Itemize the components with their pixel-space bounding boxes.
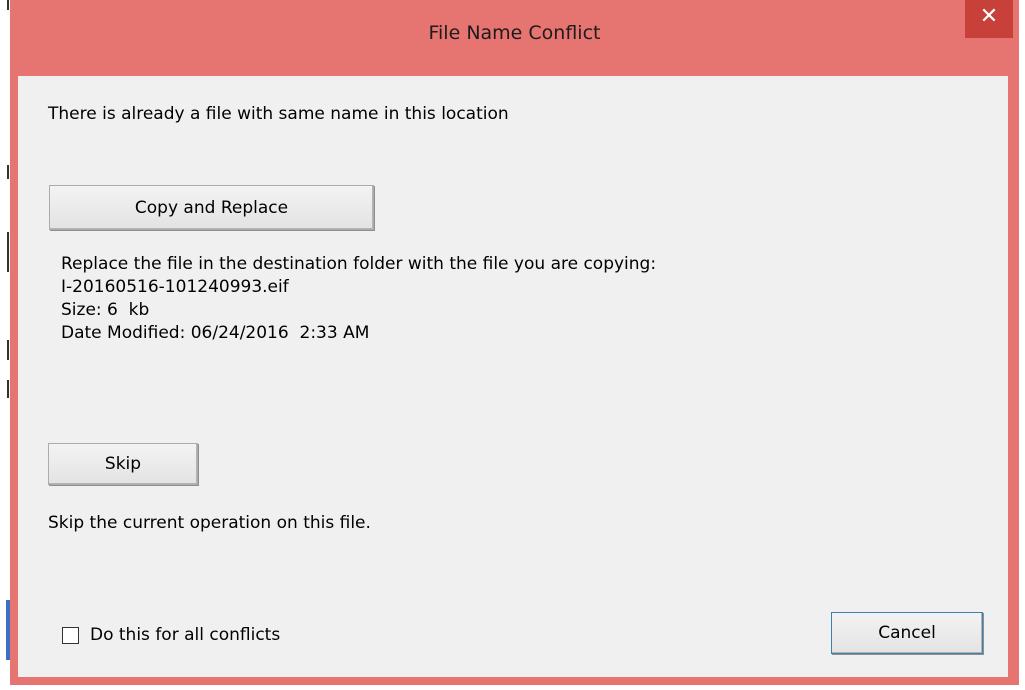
title-bar[interactable]: File Name Conflict ✕ [10,0,1019,76]
replace-description: Replace the file in the destination fold… [61,254,657,274]
edge-mark [7,165,9,179]
file-date-modified: Date Modified: 06/24/2016 2:33 AM [61,323,370,343]
close-icon: ✕ [979,4,999,29]
edge-mark [7,0,9,10]
edge-mark [7,380,9,398]
close-button[interactable]: ✕ [965,0,1013,38]
file-name: I-20160516-101240993.eif [61,277,289,297]
edge-mark [7,340,9,360]
bottom-margin [10,685,1025,690]
conflict-message: There is already a file with same name i… [48,104,509,124]
all-conflicts-checkbox[interactable] [62,627,79,644]
background-window-edge [0,0,10,690]
all-conflicts-label[interactable]: Do this for all conflicts [90,625,280,645]
file-conflict-dialog: File Name Conflict ✕ There is already a … [10,0,1019,685]
skip-description: Skip the current operation on this file. [48,513,371,533]
copy-and-replace-button[interactable]: Copy and Replace [49,185,374,230]
dialog-title: File Name Conflict [428,22,601,44]
replace-details: Replace the file in the destination fold… [61,253,656,345]
file-size: Size: 6 kb [61,300,150,320]
cancel-button[interactable]: Cancel [831,612,983,654]
skip-button[interactable]: Skip [48,443,198,485]
edge-mark [7,232,9,272]
dialog-body: There is already a file with same name i… [18,76,1008,677]
